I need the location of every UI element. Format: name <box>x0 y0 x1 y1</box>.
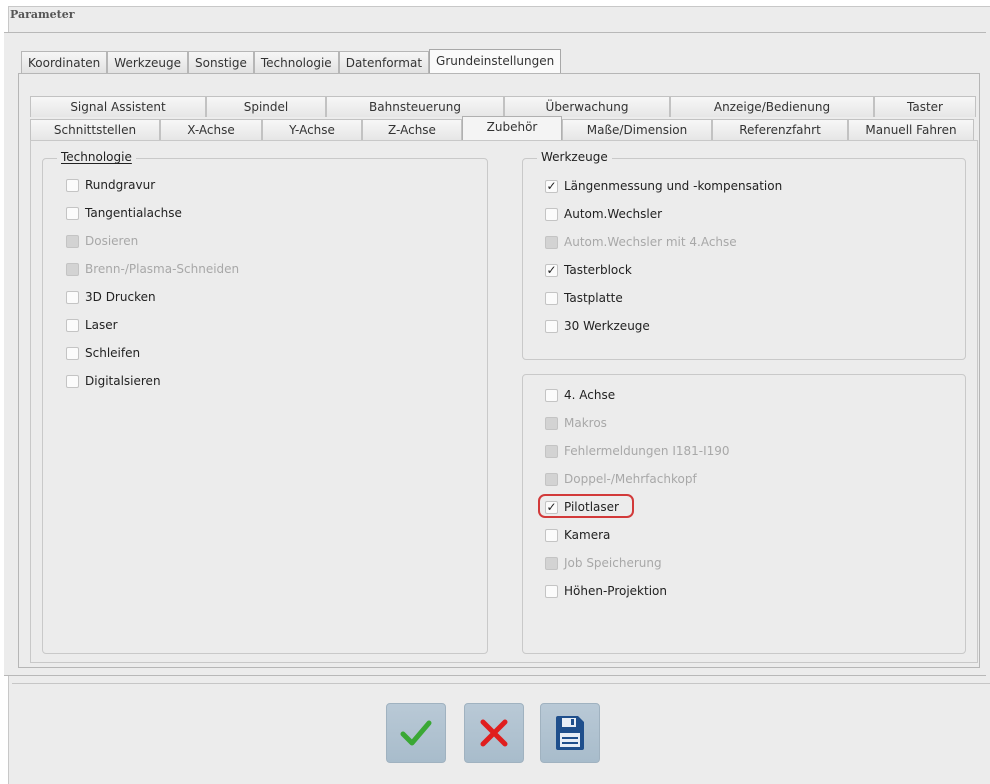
main-tab-bar: Koordinaten Werkzeuge Sonstige Technolog… <box>21 49 562 74</box>
checkmark-icon[interactable]: ✓ <box>545 179 558 193</box>
checkbox-autom-wechsler[interactable]: Autom.Wechsler <box>545 205 662 223</box>
floppy-disk-icon <box>556 716 584 750</box>
checkbox-autom-wechsler-4-achse: Autom.Wechsler mit 4.Achse <box>545 233 737 251</box>
checkbox-box <box>545 416 558 430</box>
save-button[interactable] <box>540 703 600 763</box>
cross-icon <box>480 719 508 747</box>
checkbox-box[interactable] <box>66 206 79 220</box>
sub-tab-signal-assistent[interactable]: Signal Assistent <box>30 96 206 117</box>
checkbox-pilotlaser[interactable]: ✓ Pilotlaser <box>545 498 619 516</box>
checkbox-digitalsieren[interactable]: Digitalsieren <box>66 372 161 390</box>
checkbox-box[interactable] <box>545 207 558 221</box>
checkbox-makros: Makros <box>545 414 607 432</box>
sub-tab-z-achse[interactable]: Z-Achse <box>362 119 462 140</box>
checkbox-doppel-mehrfachkopf: Doppel-/Mehrfachkopf <box>545 470 697 488</box>
checkbox-box[interactable] <box>66 318 79 332</box>
footer-divider <box>12 683 990 684</box>
sub-tab-spindel[interactable]: Spindel <box>206 96 326 117</box>
sub-tab-bahnsteuerung[interactable]: Bahnsteuerung <box>326 96 504 117</box>
werkzeuge-group-title: Werkzeuge <box>537 150 612 164</box>
checkbox-4-achse[interactable]: 4. Achse <box>545 386 615 404</box>
checkbox-box[interactable] <box>66 290 79 304</box>
tab-sonstige[interactable]: Sonstige <box>188 51 254 73</box>
sub-tab-referenzfahrt[interactable]: Referenzfahrt <box>712 119 848 140</box>
sub-tab-row-2: Schnittstellen X-Achse Y-Achse Z-Achse Z… <box>30 116 974 140</box>
tab-grundeinstellungen[interactable]: Grundeinstellungen <box>429 49 562 74</box>
checkbox-schleifen[interactable]: Schleifen <box>66 344 140 362</box>
checkbox-box[interactable] <box>545 528 558 542</box>
checkbox-30-werkzeuge[interactable]: 30 Werkzeuge <box>545 317 650 335</box>
checkbox-box[interactable] <box>66 374 79 388</box>
tab-werkzeuge[interactable]: Werkzeuge <box>107 51 188 73</box>
tab-technologie[interactable]: Technologie <box>253 51 339 73</box>
checkbox-tasterblock[interactable]: ✓ Tasterblock <box>545 261 632 279</box>
sub-tab-manuell-fahren[interactable]: Manuell Fahren <box>848 119 974 140</box>
checkmark-icon[interactable]: ✓ <box>545 263 558 277</box>
checkbox-job-speicherung: Job Speicherung <box>545 554 662 572</box>
checkbox-box <box>545 444 558 458</box>
sub-tab-zubehoer[interactable]: Zubehör <box>462 116 562 140</box>
technologie-group-title: Technologie <box>57 150 136 164</box>
sub-tab-x-achse[interactable]: X-Achse <box>160 119 262 140</box>
sub-tab-row-1: Signal Assistent Spindel Bahnsteuerung Ü… <box>30 96 976 117</box>
checkbox-laser[interactable]: Laser <box>66 316 118 334</box>
sub-tab-taster[interactable]: Taster <box>874 96 976 117</box>
checkbox-box[interactable] <box>66 346 79 360</box>
ok-button[interactable] <box>386 703 446 763</box>
sub-tab-ueberwachung[interactable]: Überwachung <box>504 96 670 117</box>
checkbox-laengenmessung[interactable]: ✓ Längenmessung und -kompensation <box>545 177 782 195</box>
checkbox-box[interactable] <box>545 584 558 598</box>
checkbox-tastplatte[interactable]: Tastplatte <box>545 289 623 307</box>
checkbox-box <box>66 234 79 248</box>
sub-tab-anzeige-bedienung[interactable]: Anzeige/Bedienung <box>670 96 874 117</box>
cancel-button[interactable] <box>464 703 524 763</box>
checkbox-box <box>545 472 558 486</box>
checkbox-dosieren: Dosieren <box>66 232 138 250</box>
checkbox-hoehen-projektion[interactable]: Höhen-Projektion <box>545 582 667 600</box>
checkbox-box <box>545 556 558 570</box>
checkbox-box <box>545 235 558 249</box>
window-title: Parameter <box>10 8 75 21</box>
tab-datenformat[interactable]: Datenformat <box>338 51 430 73</box>
checkbox-fehlermeldungen: Fehlermeldungen I181-I190 <box>545 442 730 460</box>
checkbox-3d-drucken[interactable]: 3D Drucken <box>66 288 156 306</box>
sub-tab-masse-dimension[interactable]: Maße/Dimension <box>562 119 712 140</box>
checkbox-box[interactable] <box>545 319 558 333</box>
checkbox-brenn-plasma-schneiden: Brenn-/Plasma-Schneiden <box>66 260 239 278</box>
checkbox-rundgravur[interactable]: Rundgravur <box>66 176 155 194</box>
checkbox-box[interactable] <box>66 178 79 192</box>
sub-tab-y-achse[interactable]: Y-Achse <box>262 119 362 140</box>
checkbox-tangentialachse[interactable]: Tangentialachse <box>66 204 182 222</box>
checkmark-icon <box>400 720 432 746</box>
checkmark-icon[interactable]: ✓ <box>545 500 558 514</box>
checkbox-box[interactable] <box>545 388 558 402</box>
tab-koordinaten[interactable]: Koordinaten <box>21 51 108 73</box>
checkbox-box[interactable] <box>545 291 558 305</box>
checkbox-kamera[interactable]: Kamera <box>545 526 610 544</box>
sub-tab-schnittstellen[interactable]: Schnittstellen <box>30 119 160 140</box>
checkbox-box <box>66 262 79 276</box>
